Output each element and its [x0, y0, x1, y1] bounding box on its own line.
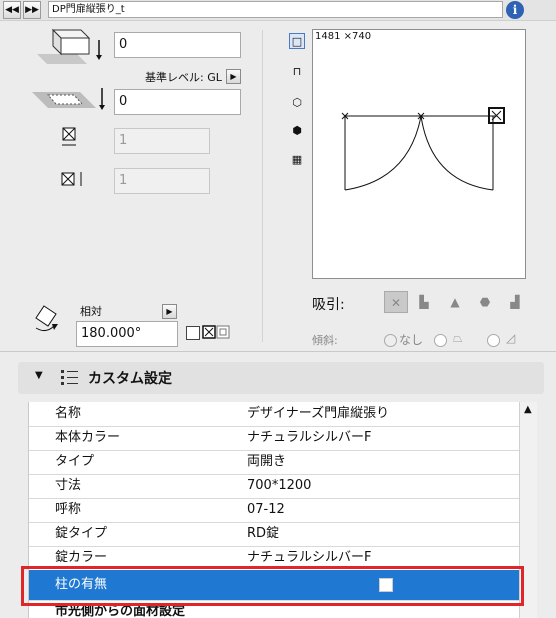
- property-name: 寸法: [55, 478, 82, 493]
- table-row[interactable]: 寸法 700*1200: [29, 474, 520, 499]
- property-name: タイプ: [55, 454, 95, 469]
- info-icon[interactable]: i: [506, 1, 524, 19]
- table-row[interactable]: 名称 デザイナーズ門扉縦張り: [29, 402, 520, 427]
- mirror-checkbox[interactable]: [186, 326, 200, 340]
- mirror-icons: [202, 325, 230, 339]
- property-name: 本体カラー: [55, 430, 121, 445]
- preview-pane: 1481 ×740: [312, 29, 526, 279]
- angle-mode-dropdown-arrow[interactable]: ▶: [162, 304, 177, 319]
- slope-none-radio[interactable]: [384, 334, 397, 347]
- angle-mode-label: 相対: [80, 305, 102, 318]
- snap-bottom-icon[interactable]: ▙: [412, 291, 436, 313]
- object-name-field[interactable]: DP門扉縦張り_t: [48, 1, 503, 18]
- property-name: 名称: [55, 406, 82, 421]
- property-value[interactable]: 07-12: [247, 498, 285, 522]
- snap-top-icon[interactable]: ⬣: [473, 291, 497, 313]
- level-plane-icon: [32, 88, 105, 110]
- width-input[interactable]: 1: [114, 128, 210, 154]
- shaded-view-icon[interactable]: ⬢: [289, 123, 305, 139]
- property-value[interactable]: 700*1200: [247, 474, 311, 498]
- angle-input[interactable]: 180.000°: [76, 321, 178, 347]
- next-arrow-button[interactable]: ▶▶: [23, 1, 41, 19]
- gate-plan-drawing: [341, 107, 505, 191]
- property-value[interactable]: 両開き: [247, 450, 286, 474]
- property-name: 錠タイプ: [55, 526, 108, 541]
- snap-surface-icon[interactable]: ▟: [503, 291, 527, 313]
- ref-level-label: 基準レベル: GL: [145, 71, 222, 84]
- snap-none-icon[interactable]: ✕: [384, 291, 408, 313]
- width-icon: [62, 127, 76, 146]
- snap-center-icon[interactable]: ▲: [443, 291, 467, 313]
- custom-settings-title: カスタム設定: [88, 371, 172, 387]
- slope-none-label: なし: [399, 333, 424, 347]
- collapse-triangle-icon[interactable]: ▼: [35, 370, 43, 381]
- slope-option3-radio[interactable]: [487, 334, 500, 347]
- property-value[interactable]: ナチュラルシルバーF: [247, 426, 371, 450]
- depth-icon: [61, 172, 82, 186]
- table-row[interactable]: 呼称 07-12: [29, 498, 520, 523]
- snap-label: 吸引:: [312, 297, 345, 313]
- prev-arrow-button[interactable]: ◀◀: [3, 1, 21, 19]
- depth-input[interactable]: 1: [114, 168, 210, 194]
- property-value[interactable]: RD錠: [247, 522, 279, 546]
- axon-view-icon[interactable]: ⬡: [289, 95, 305, 111]
- height-input[interactable]: 0: [114, 32, 241, 58]
- slope-terrain-icon: ⏢: [453, 331, 463, 345]
- section-divider: [0, 351, 556, 352]
- slope-option2-radio[interactable]: [434, 334, 447, 347]
- rotation-angle-icon: [35, 305, 58, 332]
- offset-input[interactable]: 0: [114, 89, 241, 115]
- table-row[interactable]: 本体カラー ナチュラルシルバーF: [29, 426, 520, 451]
- slope-incline-icon: ◿: [506, 331, 516, 345]
- elevation-view-icon[interactable]: ⊓: [289, 64, 305, 80]
- settings-view-icon[interactable]: ▦: [289, 152, 305, 168]
- height-box-icon: [37, 28, 102, 64]
- custom-settings-header[interactable]: ▼ カスタム設定: [18, 362, 544, 394]
- ref-level-dropdown-arrow[interactable]: ▶: [226, 69, 241, 84]
- table-row[interactable]: タイプ 両開き: [29, 450, 520, 475]
- property-name: 呼称: [55, 502, 82, 517]
- plan-view-icon[interactable]: □: [289, 33, 305, 49]
- panel-divider: [262, 30, 263, 342]
- highlight-box: [21, 566, 524, 606]
- slope-label: 傾斜:: [312, 334, 338, 347]
- top-bar: ◀◀ ▶▶ DP門扉縦張り_t i: [0, 0, 556, 21]
- property-value[interactable]: デザイナーズ門扉縦張り: [247, 402, 389, 426]
- table-row[interactable]: 錠タイプ RD錠: [29, 522, 520, 547]
- custom-settings-icon: [61, 370, 78, 385]
- scroll-up-icon[interactable]: ▲: [524, 404, 532, 415]
